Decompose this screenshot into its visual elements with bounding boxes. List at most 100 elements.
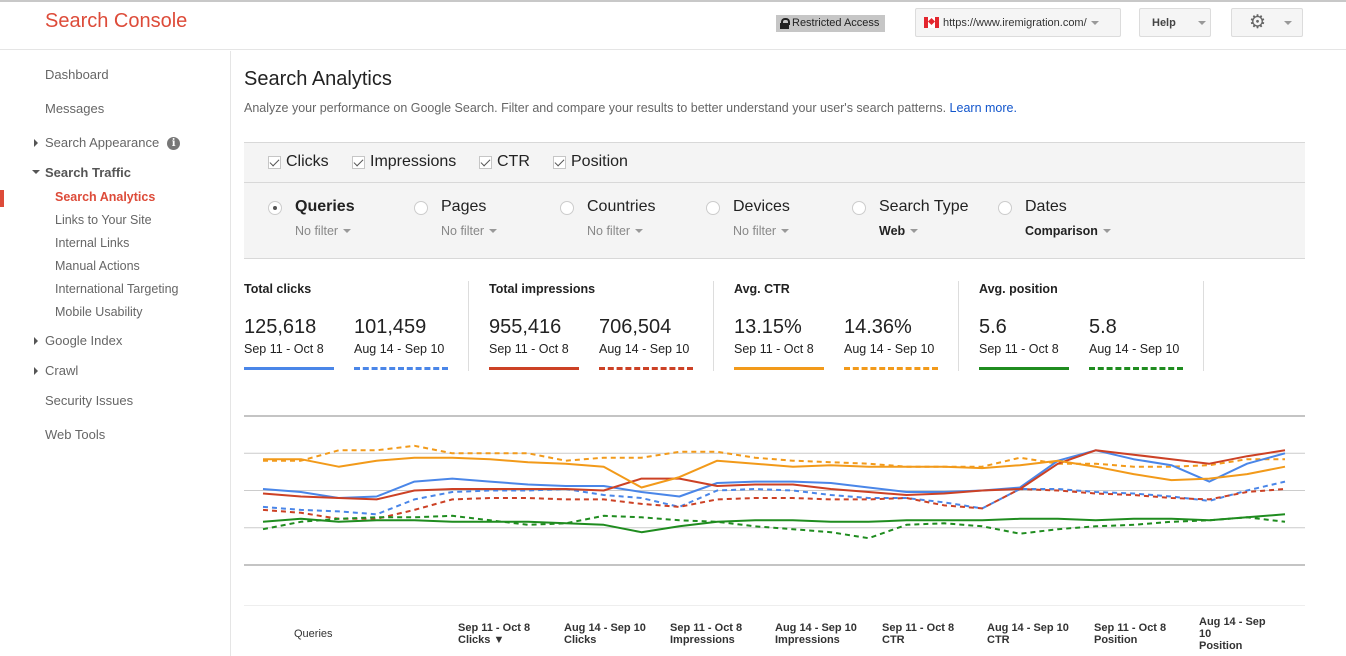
site-selector[interactable]: https://www.iremigration.com/ [915,8,1121,37]
sidebar-item-international-targeting[interactable]: International Targeting [55,282,178,296]
queries-filter-dropdown[interactable]: No filter [295,224,352,238]
checkbox-label: CTR [497,153,530,170]
page-title: Search Analytics [244,68,392,90]
stats-summary: Total clicks 125,618 Sep 11 - Oct 8 101,… [244,281,1204,371]
sidebar-item-label: Google Index [45,333,123,348]
series-line-ctr-sep-11-oct-8[interactable] [263,456,1286,489]
table-header-ctr-previous[interactable]: Aug 14 - Sep 10 CTR [987,622,1069,646]
canada-flag-icon [924,17,939,28]
settings-button[interactable]: ⚙ [1231,8,1303,37]
chevron-down-icon [1197,20,1206,25]
sidebar-item-links-to-your-site[interactable]: Links to Your Site [55,213,152,227]
series-line-ctr-aug-14-sep-10[interactable] [263,444,1285,468]
gear-icon: ⚙ [1249,12,1267,33]
radio-unselected[interactable] [852,201,866,215]
table-header-impressions-previous[interactable]: Aug 14 - Sep 10 Impressions [775,622,857,646]
clicks-checkbox[interactable]: Clicks [268,153,329,171]
stat-divider [713,281,714,371]
page-description: Analyze your performance on Google Searc… [244,101,1017,115]
header: Search Console Restricted Access https:/… [0,2,1346,50]
impressions-checkbox[interactable]: Impressions [352,153,456,171]
filter-value: No filter [441,224,485,238]
active-indicator [0,190,4,207]
countries-filter-dropdown[interactable]: No filter [587,224,644,238]
checkbox-checked-icon [268,155,281,169]
pages-filter-dropdown[interactable]: No filter [441,224,498,238]
sidebar-item-security-issues[interactable]: Security Issues [45,393,133,408]
header-line: CTR [882,634,905,646]
filter-value: Web [879,224,906,238]
chevron-down-icon [1102,229,1111,233]
header-line: Aug 14 - Sep [1199,616,1266,628]
stat-current-value: 13.15% [734,316,802,338]
radio-unselected[interactable] [414,201,428,215]
stat-current-value: 125,618 [244,316,317,338]
sidebar-item-mobile-usability[interactable]: Mobile Usability [55,305,143,319]
sidebar-item-label: Search Traffic [45,165,131,180]
sidebar-item-label: Crawl [45,363,79,378]
sidebar-item-internal-links[interactable]: Internal Links [55,236,129,250]
radio-selected[interactable] [268,201,282,215]
table-header-position-current[interactable]: Sep 11 - Oct 8 Position [1094,622,1166,646]
table-header-ctr-current[interactable]: Sep 11 - Oct 8 CTR [882,622,954,646]
sidebar-item-manual-actions[interactable]: Manual Actions [55,259,140,273]
filter-value: Comparison [1025,224,1098,238]
stat-previous-value: 706,504 [599,316,672,338]
sidebar-item-search-analytics[interactable]: Search Analytics [55,190,155,204]
header-line: Impressions [775,634,840,646]
table-header-queries[interactable]: Queries [294,628,333,640]
app-logo[interactable]: Search Console [45,10,187,33]
sidebar-item-web-tools[interactable]: Web Tools [45,427,105,442]
table-header-clicks-current[interactable]: Sep 11 - Oct 8 Clicks ▼ [458,622,530,646]
stat-current-range: Sep 11 - Oct 8 [489,342,569,356]
info-icon[interactable]: i [167,137,181,150]
sidebar-item-search-traffic[interactable]: Search Traffic [32,165,131,180]
sidebar-item-messages[interactable]: Messages [45,101,104,116]
legend-line-dashed [1089,367,1183,370]
legend-line-solid [979,367,1069,370]
sidebar-item-dashboard[interactable]: Dashboard [45,67,109,82]
header-line: Aug 14 - Sep 10 [987,622,1069,634]
radio-unselected[interactable] [706,201,720,215]
help-button[interactable]: Help [1139,8,1211,37]
checkbox-label: Clicks [286,153,329,170]
stat-title: Avg. position [979,282,1058,296]
sidebar-item-search-appearance[interactable]: Search Appearance i [34,135,181,150]
sidebar-item-crawl[interactable]: Crawl [34,363,79,378]
position-checkbox[interactable]: Position [553,153,628,171]
expand-arrow-icon [34,367,38,375]
stat-current-range: Sep 11 - Oct 8 [979,342,1059,356]
filter-value: No filter [587,224,631,238]
header-line: Position [1199,640,1243,652]
checkbox-checked-icon [479,155,492,169]
sidebar: Dashboard Messages Search Appearance i Se… [0,51,231,656]
stat-divider [1203,281,1204,371]
table-header-clicks-previous[interactable]: Aug 14 - Sep 10 Clicks [564,622,646,646]
sidebar-item-google-index[interactable]: Google Index [34,333,123,348]
legend-line-dashed [354,367,448,370]
checkbox-checked-icon [352,155,365,169]
learn-more-link[interactable]: Learn more. [950,101,1017,115]
performance-line-chart[interactable] [244,410,1306,575]
radio-unselected[interactable] [998,201,1012,215]
ctr-checkbox[interactable]: CTR [479,153,530,171]
dates-dropdown[interactable]: Comparison [1025,224,1111,238]
header-line: 10 [1199,628,1212,640]
devices-filter-dropdown[interactable]: No filter [733,224,790,238]
stat-current-value: 5.6 [979,316,1007,338]
collapse-arrow-icon [32,170,40,174]
chevron-down-icon [1090,20,1099,25]
header-line: Sep 11 - Oct 8 [458,622,531,634]
stat-current-range: Sep 11 - Oct 8 [734,342,814,356]
table-header-position-previous[interactable]: Aug 14 - Sep 10 Position [1199,616,1266,652]
search-type-dropdown[interactable]: Web [879,224,919,238]
radio-unselected[interactable] [560,201,574,215]
description-text: Analyze your performance on Google Searc… [244,101,947,115]
checkbox-checked-icon [553,155,566,169]
chevron-down-icon [489,229,498,233]
stat-title: Avg. CTR [734,282,790,296]
sidebar-item-label: Search Appearance [45,135,160,150]
stat-previous-range: Aug 14 - Sep 10 [599,342,690,356]
table-header-impressions-current[interactable]: Sep 11 - Oct 8 Impressions [670,622,742,646]
metrics-row: Clicks Impressions CTR Position [244,143,1305,183]
